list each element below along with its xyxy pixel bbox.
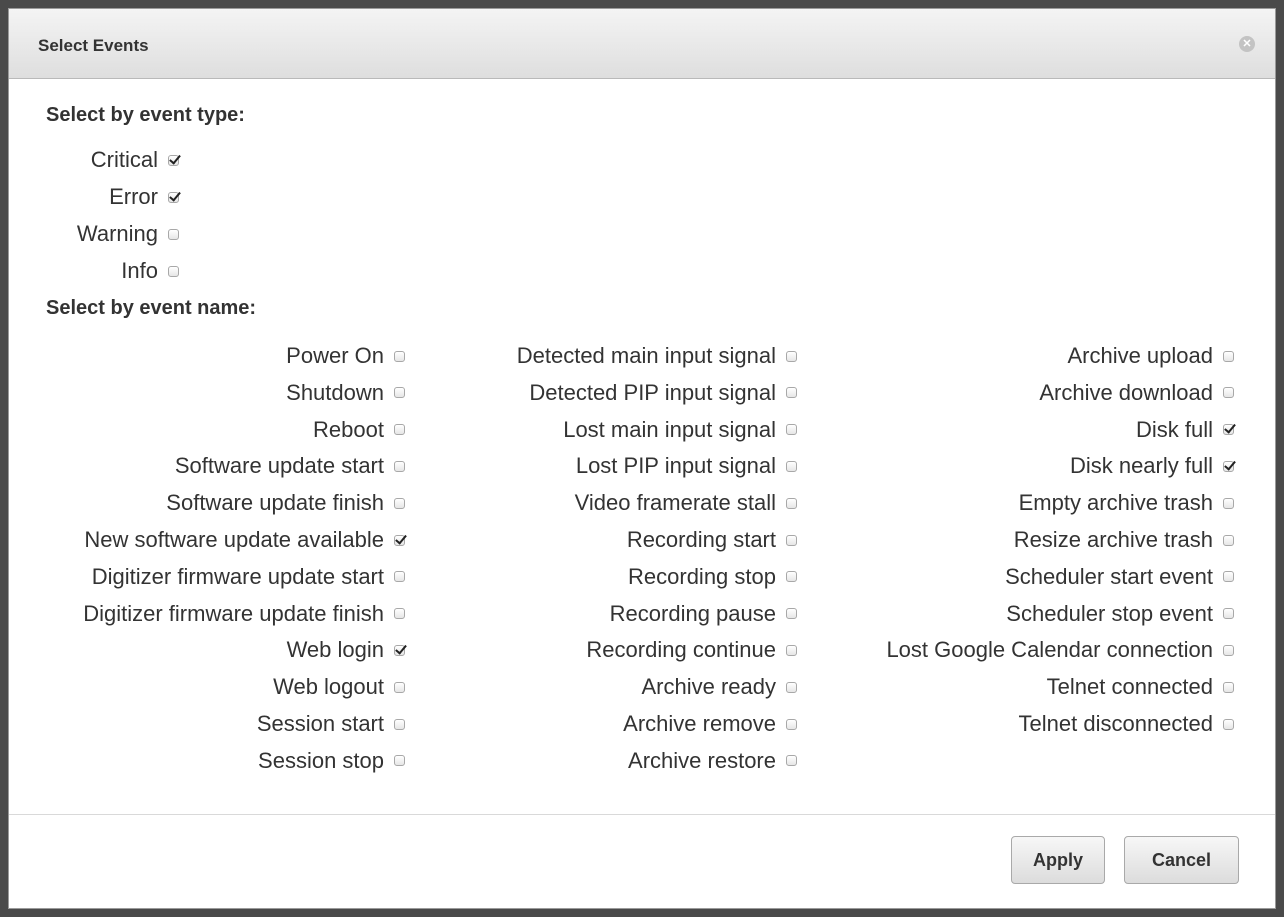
event-option-info[interactable]: Info <box>9 256 179 286</box>
event-option-label: Scheduler stop event <box>1006 600 1213 626</box>
event-option-label: Archive download <box>1039 379 1213 405</box>
event-option-label: Info <box>121 258 158 283</box>
event-option-label: Error <box>109 184 158 209</box>
event-option-label: Resize archive trash <box>1013 527 1213 552</box>
checkbox-checked[interactable] <box>168 191 179 203</box>
event-option-label: Warning <box>76 221 158 246</box>
checkbox-unchecked[interactable] <box>1223 350 1234 362</box>
apply-button[interactable]: Apply <box>1011 836 1105 884</box>
checkbox-unchecked[interactable] <box>168 228 179 240</box>
event-option-label: Lost Google Calendar connection <box>886 637 1213 663</box>
event-option-scheduler-start-event[interactable]: Scheduler start event <box>9 562 1234 592</box>
event-option-disk-full[interactable]: Disk full <box>9 415 1234 445</box>
select-events-dialog: Select Events ✕ Select by event type: Cr… <box>8 8 1276 909</box>
footer-divider <box>9 814 1275 815</box>
checkbox-unchecked[interactable] <box>1223 497 1234 509</box>
event-option-warning[interactable]: Warning <box>9 219 179 249</box>
event-option-telnet-connected[interactable]: Telnet connected <box>9 672 1234 702</box>
event-name-column-3: Archive upload Archive download Disk full D… <box>9 341 1249 811</box>
event-option-label: Telnet disconnected <box>1018 711 1213 736</box>
event-option-disk-nearly-full[interactable]: Disk nearly full <box>9 451 1234 481</box>
event-option-archive-download[interactable]: Archive download <box>9 378 1234 408</box>
checkbox-unchecked[interactable] <box>1223 718 1234 730</box>
event-option-telnet-disconnected[interactable]: Telnet disconnected <box>9 709 1234 739</box>
checkbox-unchecked[interactable] <box>1223 387 1234 399</box>
event-option-scheduler-stop-event[interactable]: Scheduler stop event <box>9 599 1234 629</box>
event-option-label: Disk nearly full <box>1069 453 1213 479</box>
checkbox-checked[interactable] <box>1223 460 1234 472</box>
checkbox-checked[interactable] <box>1223 424 1234 436</box>
event-option-empty-archive-trash[interactable]: Empty archive trash <box>9 488 1234 518</box>
event-option-label: Telnet connected <box>1046 674 1213 700</box>
event-option-label: Scheduler start event <box>1005 563 1213 589</box>
checkbox-unchecked[interactable] <box>1223 681 1234 693</box>
close-icon[interactable]: ✕ <box>1239 36 1255 52</box>
event-option-label: Archive upload <box>1067 343 1213 368</box>
event-option-label: Empty archive trash <box>1018 490 1213 516</box>
event-option-label: Critical <box>90 147 158 172</box>
event-option-resize-archive-trash[interactable]: Resize archive trash <box>9 525 1234 555</box>
event-option-lost-google-calendar-connection[interactable]: Lost Google Calendar connection <box>9 635 1234 665</box>
checkbox-unchecked[interactable] <box>168 265 179 277</box>
event-name-heading: Select by event name: <box>46 297 257 319</box>
cancel-button[interactable]: Cancel <box>1124 836 1239 884</box>
checkbox-unchecked[interactable] <box>1223 534 1234 546</box>
event-type-list: Critical Error Warning Info <box>9 145 209 295</box>
dialog-titlebar: Select Events ✕ <box>9 9 1275 79</box>
event-option-label: Disk full <box>1135 416 1213 442</box>
checkbox-checked[interactable] <box>168 154 179 166</box>
checkbox-unchecked[interactable] <box>1223 608 1234 620</box>
event-option-error[interactable]: Error <box>9 182 179 212</box>
dialog-title: Select Events <box>38 36 149 55</box>
event-option-archive-upload[interactable]: Archive upload <box>9 341 1234 371</box>
event-type-heading: Select by event type: <box>46 104 245 126</box>
checkbox-unchecked[interactable] <box>1223 644 1234 656</box>
event-option-critical[interactable]: Critical <box>9 145 179 175</box>
checkbox-unchecked[interactable] <box>1223 571 1234 583</box>
